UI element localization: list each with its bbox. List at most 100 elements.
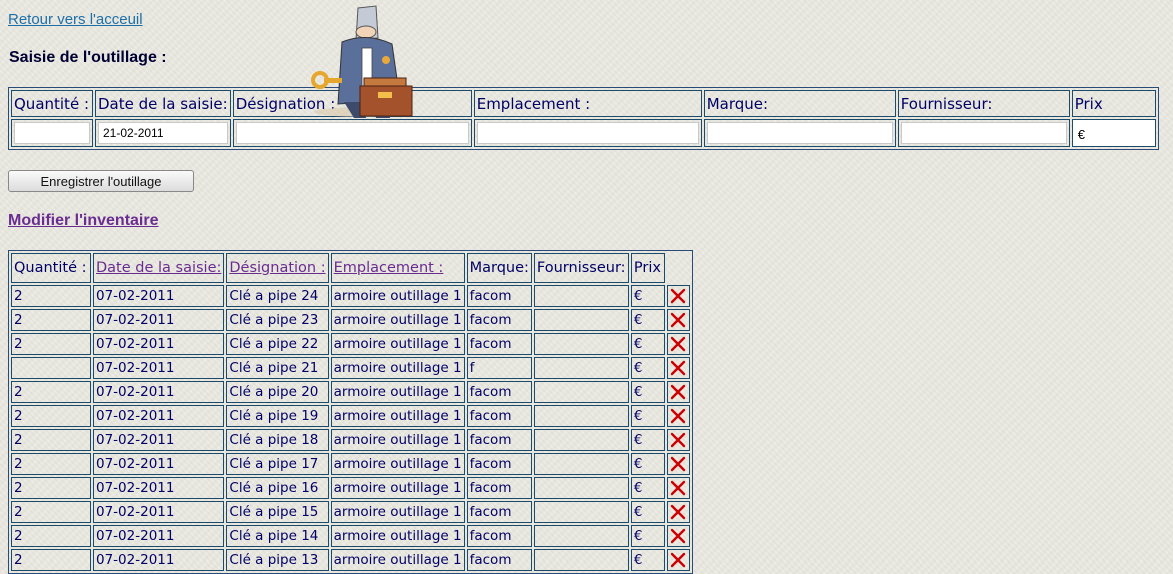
cell-quantity: 2	[11, 309, 91, 331]
cell-designation: Clé a pipe 19	[226, 405, 329, 427]
cell-date: 07-02-2011	[93, 549, 225, 571]
cell-price: €	[630, 285, 665, 307]
delete-button[interactable]	[666, 333, 690, 355]
delete-button[interactable]	[666, 429, 690, 451]
delete-button[interactable]	[666, 477, 690, 499]
inv-header-quantity: Quantité :	[11, 253, 91, 283]
entry-header-quantity: Quantité :	[11, 90, 93, 117]
inv-header-supplier: Fournisseur:	[533, 253, 629, 283]
table-row: 2 07-02-2011 Clé a pipe 15 armoire outillag…	[11, 501, 690, 523]
cell-designation: Clé a pipe 17	[226, 453, 329, 475]
delete-button[interactable]	[666, 309, 690, 331]
delete-button[interactable]	[666, 453, 690, 475]
delete-x-icon	[671, 312, 686, 328]
cell-location: armoire outillage 1	[330, 381, 465, 403]
cell-price: €	[630, 477, 665, 499]
delete-x-icon	[671, 504, 686, 520]
cell-brand: facom	[466, 285, 532, 307]
cell-date: 07-02-2011	[93, 525, 225, 547]
cell-date: 07-02-2011	[93, 357, 225, 379]
cell-location: armoire outillage 1	[330, 285, 465, 307]
cell-quantity: 2	[11, 549, 91, 571]
entry-header-location: Emplacement :	[473, 90, 702, 117]
delete-x-icon	[671, 360, 686, 376]
cell-price: €	[630, 381, 665, 403]
delete-button[interactable]	[666, 357, 690, 379]
delete-button[interactable]	[666, 285, 690, 307]
mechanic-mascot-image	[311, 5, 414, 118]
cell-quantity: 2	[11, 285, 91, 307]
entry-header-price: Prix	[1071, 90, 1156, 117]
designation-input[interactable]	[235, 122, 469, 144]
cell-date: 07-02-2011	[93, 381, 225, 403]
delete-button[interactable]	[666, 405, 690, 427]
entry-header-supplier: Fournisseur:	[897, 90, 1070, 117]
inv-header-date: Date de la saisie:	[93, 253, 225, 283]
cell-date: 07-02-2011	[93, 453, 225, 475]
inv-header-price: Prix	[630, 253, 665, 283]
sort-by-location-link[interactable]: Emplacement :	[334, 260, 444, 276]
price-input[interactable]: €	[1071, 119, 1156, 147]
cell-location: armoire outillage 1	[330, 501, 465, 523]
delete-x-icon	[671, 408, 686, 424]
entry-cell-supplier	[897, 119, 1070, 147]
inv-header-location: Emplacement :	[330, 253, 465, 283]
date-input[interactable]	[98, 122, 228, 144]
delete-button[interactable]	[666, 549, 690, 571]
cell-date: 07-02-2011	[93, 429, 225, 451]
cell-designation: Clé a pipe 15	[226, 501, 329, 523]
delete-button[interactable]	[666, 501, 690, 523]
home-link[interactable]: Retour vers l'acceuil	[8, 11, 143, 28]
cell-price: €	[630, 549, 665, 571]
sort-by-designation-link[interactable]: Désignation :	[229, 260, 325, 276]
table-row: 2 07-02-2011 Clé a pipe 24 armoire outillag…	[11, 285, 690, 307]
inventory-table: Quantité : Date de la saisie: Désignatio…	[8, 250, 693, 574]
table-row: 2 07-02-2011 Clé a pipe 13 armoire outillag…	[11, 549, 690, 571]
cell-date: 07-02-2011	[93, 333, 225, 355]
table-row: 2 07-02-2011 Clé a pipe 19 armoire outillag…	[11, 405, 690, 427]
cell-location: armoire outillage 1	[330, 405, 465, 427]
cell-quantity: 2	[11, 477, 91, 499]
entry-cell-quantity	[11, 119, 93, 147]
delete-button[interactable]	[666, 525, 690, 547]
entry-table: Quantité : Date de la saisie: Désignatio…	[8, 87, 1159, 150]
delete-x-icon	[671, 336, 686, 352]
cell-brand: facom	[466, 333, 532, 355]
cell-date: 07-02-2011	[93, 285, 225, 307]
cell-supplier	[533, 453, 629, 475]
cell-designation: Clé a pipe 22	[226, 333, 329, 355]
entry-header-date: Date de la saisie:	[95, 90, 231, 117]
delete-x-icon	[671, 288, 686, 304]
cell-quantity: 2	[11, 381, 91, 403]
delete-x-icon	[671, 456, 686, 472]
cell-date: 07-02-2011	[93, 501, 225, 523]
table-row: 2 07-02-2011 Clé a pipe 18 armoire outillag…	[11, 429, 690, 451]
delete-x-icon	[671, 432, 686, 448]
supplier-input[interactable]	[900, 122, 1067, 144]
cell-price: €	[630, 429, 665, 451]
delete-button[interactable]	[666, 381, 690, 403]
cell-designation: Clé a pipe 14	[226, 525, 329, 547]
cell-brand: facom	[466, 381, 532, 403]
brand-input[interactable]	[706, 122, 893, 144]
cell-supplier	[533, 525, 629, 547]
table-row: 07-02-2011 Clé a pipe 21 armoire outillage…	[11, 357, 690, 379]
cell-location: armoire outillage 1	[330, 309, 465, 331]
cell-price: €	[630, 357, 665, 379]
save-tool-button[interactable]: Enregistrer l'outillage	[8, 170, 194, 192]
entry-cell-designation	[232, 119, 472, 147]
location-input[interactable]	[476, 122, 699, 144]
cell-brand: facom	[466, 405, 532, 427]
quantity-input[interactable]	[14, 122, 90, 144]
cell-supplier	[533, 477, 629, 499]
cell-designation: Clé a pipe 16	[226, 477, 329, 499]
cell-designation: Clé a pipe 20	[226, 381, 329, 403]
cell-location: armoire outillage 1	[330, 357, 465, 379]
sort-by-date-link[interactable]: Date de la saisie:	[96, 260, 221, 276]
cell-brand: facom	[466, 525, 532, 547]
cell-quantity	[11, 357, 91, 379]
cell-quantity: 2	[11, 429, 91, 451]
cell-location: armoire outillage 1	[330, 477, 465, 499]
cell-supplier	[533, 381, 629, 403]
modify-inventory-link[interactable]: Modifier l'inventaire	[8, 212, 159, 230]
